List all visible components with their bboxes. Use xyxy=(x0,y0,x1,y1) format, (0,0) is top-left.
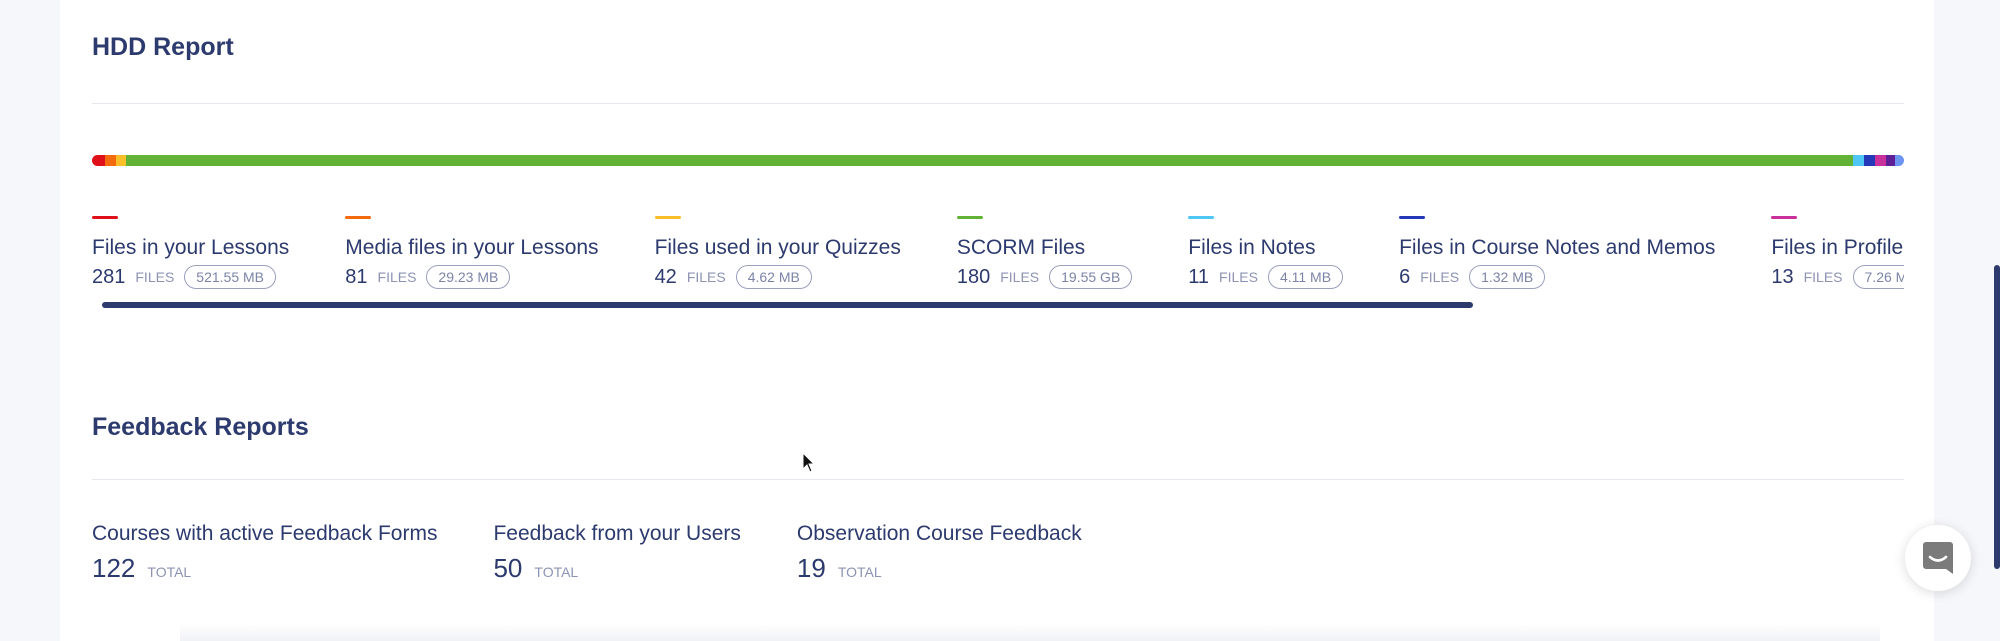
file-size-badge: 4.11 MB xyxy=(1267,265,1344,289)
feedback-stat-item[interactable]: Observation Course Feedback 19 TOTAL xyxy=(797,520,1082,584)
category-stats: 6 FILES 1.32 MB xyxy=(1399,265,1715,289)
category-color-swatch xyxy=(956,216,983,219)
category-label: Files in Profile xyxy=(1771,236,1904,259)
feedback-stat-unit: TOTAL xyxy=(534,564,579,580)
usage-bar-segment xyxy=(126,155,1854,166)
file-count-unit: FILES xyxy=(377,269,417,285)
category-color-swatch xyxy=(1771,216,1798,219)
category-color-swatch xyxy=(1188,216,1215,219)
file-size-badge: 29.23 MB xyxy=(426,265,511,289)
file-count-unit: FILES xyxy=(1219,269,1258,285)
category-color-swatch xyxy=(345,216,372,219)
hdd-divider xyxy=(92,103,1904,104)
storage-category-item: Media files in your Lessons 81 FILES 29.23 … xyxy=(345,210,599,289)
feedback-stat-values: 50 TOTAL xyxy=(493,553,740,584)
feedback-stat-label: Observation Course Feedback xyxy=(796,522,1082,545)
category-label: Files in Course Notes and Memos xyxy=(1399,236,1716,259)
category-color-swatch xyxy=(1399,216,1426,219)
report-card: HDD Report Files in your Lessons 281 FILES… xyxy=(60,0,1934,641)
feedback-stat-values: 19 TOTAL xyxy=(797,553,1082,584)
feedback-stat-unit: TOTAL xyxy=(837,564,882,580)
feedback-stat-unit: TOTAL xyxy=(147,564,192,580)
category-stats: 81 FILES 29.23 MB xyxy=(345,265,598,289)
chat-widget-button[interactable] xyxy=(1905,525,1971,591)
file-count: 6 xyxy=(1399,265,1411,288)
feedback-stat-item[interactable]: Feedback from your Users 50 TOTAL xyxy=(493,520,740,584)
category-stats: 42 FILES 4.62 MB xyxy=(655,265,901,289)
file-count-unit: FILES xyxy=(686,269,726,285)
file-size-badge: 1.32 MB xyxy=(1469,265,1546,289)
usage-bar-segment xyxy=(115,155,127,166)
feedback-stat-label: Courses with active Feedback Forms xyxy=(92,522,438,545)
file-size-badge: 521.55 MB xyxy=(184,265,276,289)
feedback-stat-value: 19 xyxy=(796,553,826,583)
file-count: 13 xyxy=(1771,265,1794,288)
category-label: Files in your Lessons xyxy=(92,236,290,259)
usage-bar-segment xyxy=(1853,155,1865,166)
file-count-unit: FILES xyxy=(135,269,175,285)
category-stats: 281 FILES 521.55 MB xyxy=(92,265,289,289)
category-stats: 11 FILES 4.11 MB xyxy=(1188,265,1344,289)
storage-usage-bar xyxy=(92,155,1904,166)
page-vertical-scrollbar[interactable] xyxy=(1994,265,2000,569)
usage-bar-segment xyxy=(104,155,116,166)
mouse-cursor-icon xyxy=(802,452,816,473)
file-count: 180 xyxy=(956,265,991,288)
category-color-swatch xyxy=(654,216,681,219)
usage-bar-segment xyxy=(92,155,105,166)
feedback-stat-label: Feedback from your Users xyxy=(493,522,741,545)
feedback-stat-values: 122 TOTAL xyxy=(92,553,437,584)
usage-bar-segment xyxy=(1864,155,1876,166)
category-label: Media files in your Lessons xyxy=(345,236,599,259)
file-count: 81 xyxy=(345,265,368,288)
feedback-stat-value: 122 xyxy=(92,553,136,583)
feedback-stat-item[interactable]: Courses with active Feedback Forms 122 TOT… xyxy=(92,520,437,584)
category-color-swatch xyxy=(92,216,118,219)
file-size-badge: 19.55 GB xyxy=(1049,265,1133,289)
storage-category-item: Files in Notes 11 FILES 4.11 MB xyxy=(1188,210,1344,289)
feedback-divider xyxy=(92,479,1904,480)
file-size-badge: 7.26 MB xyxy=(1852,265,1904,289)
category-stats: 13 FILES 7.26 MB xyxy=(1771,265,1904,289)
category-label: Files in Notes xyxy=(1188,236,1316,259)
feedback-stats: Courses with active Feedback Forms 122 TOT… xyxy=(92,520,1138,584)
file-count: 11 xyxy=(1188,265,1210,288)
chat-bubble-icon xyxy=(1923,542,1953,574)
file-count-unit: FILES xyxy=(1420,269,1460,285)
feedback-reports-title: Feedback Reports xyxy=(92,413,309,441)
storage-category-item: Files in Course Notes and Memos 6 FILES 1.3… xyxy=(1399,210,1715,289)
usage-bar-segment xyxy=(1885,155,1895,166)
storage-category-item: Files used in your Quizzes 42 FILES 4.62 MB xyxy=(654,210,901,289)
next-card-edge xyxy=(180,624,1880,641)
usage-bar-segment xyxy=(1894,155,1904,166)
storage-category-item: Files in Profile 13 FILES 7.26 MB xyxy=(1771,210,1904,289)
storage-legend: Files in your Lessons 281 FILES 521.55 MB Me… xyxy=(92,210,1904,289)
feedback-stat-value: 50 xyxy=(493,553,523,583)
category-stats: 180 FILES 19.55 GB xyxy=(956,265,1133,289)
file-count: 42 xyxy=(654,265,677,288)
category-label: Files used in your Quizzes xyxy=(654,236,901,259)
storage-legend-scroll[interactable]: Files in your Lessons 281 FILES 521.55 MB Me… xyxy=(92,210,1904,300)
file-count-unit: FILES xyxy=(1803,269,1843,285)
file-count-unit: FILES xyxy=(1000,269,1040,285)
hdd-report-title: HDD Report xyxy=(92,33,234,61)
file-count: 281 xyxy=(92,265,126,288)
storage-category-item: Files in your Lessons 281 FILES 521.55 MB xyxy=(92,210,289,289)
category-label: SCORM Files xyxy=(956,236,1086,259)
file-size-badge: 4.62 MB xyxy=(735,265,812,289)
storage-category-item: SCORM Files 180 FILES 19.55 GB xyxy=(956,210,1133,289)
usage-bar-segment xyxy=(1875,155,1886,166)
legend-horizontal-scrollbar[interactable] xyxy=(102,302,1473,308)
